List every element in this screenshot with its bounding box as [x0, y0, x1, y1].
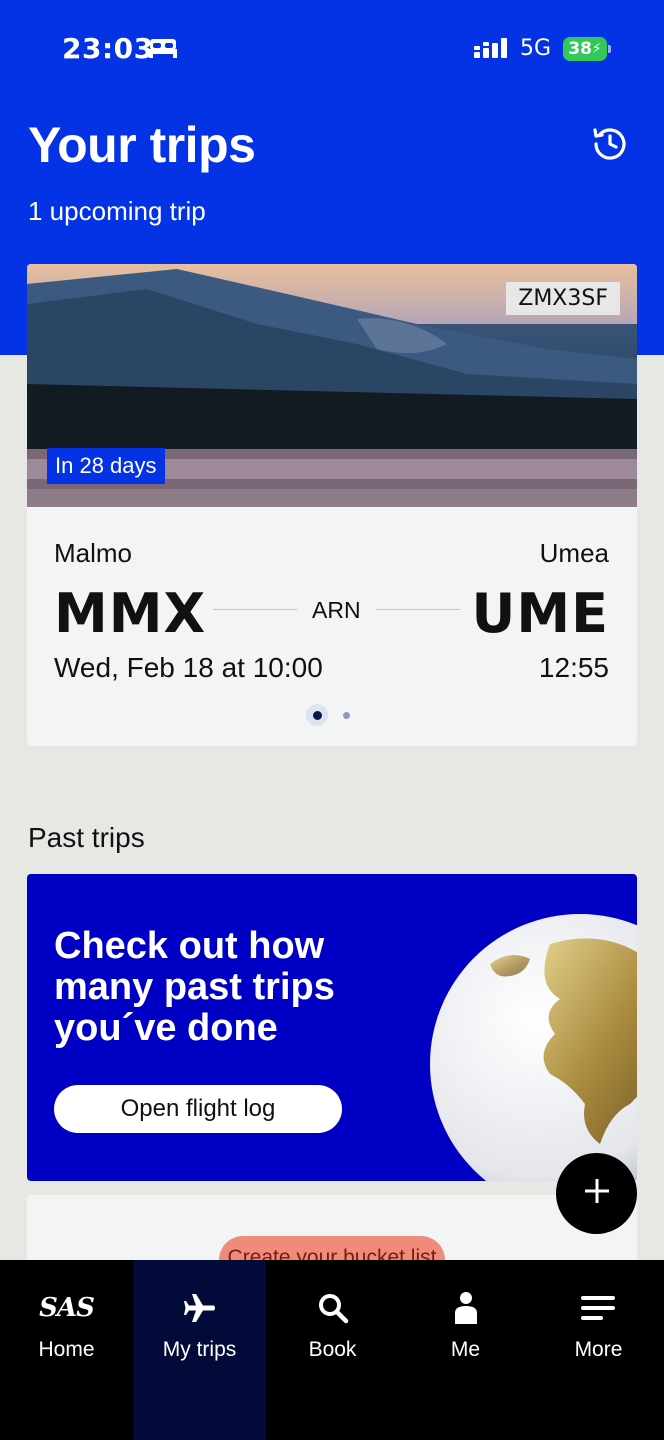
tab-book[interactable]: Book — [266, 1260, 399, 1440]
booking-reference: ZMX3SF — [506, 282, 620, 315]
signal-icon — [474, 38, 510, 65]
origin-city: Malmo — [54, 538, 133, 568]
airplane-icon — [133, 1290, 266, 1326]
tab-label: Me — [450, 1338, 481, 1361]
charging-bolt-icon: ⚡ — [591, 41, 602, 57]
globe-image — [430, 914, 637, 1181]
search-icon — [266, 1290, 399, 1326]
bottom-tab-bar: SAS Home My trips Book Me More — [0, 1260, 664, 1440]
open-flight-log-button[interactable]: Open flight log — [54, 1085, 342, 1133]
destination-city: Umea — [539, 538, 609, 568]
tab-more[interactable]: More — [532, 1260, 664, 1440]
sas-logo-text: SAS — [39, 1293, 95, 1323]
status-time: 23:03 — [62, 32, 154, 65]
tab-label: Home — [38, 1338, 95, 1361]
departure-time: Wed, Feb 18 at 10:00 — [54, 652, 323, 683]
pager-dot-active[interactable] — [306, 704, 328, 726]
promo-headline: Check out how many past trips you´ve don… — [54, 925, 335, 1049]
tab-label: Book — [308, 1338, 357, 1361]
tab-my-trips[interactable]: My trips — [133, 1260, 266, 1440]
menu-icon — [532, 1290, 664, 1326]
destination-code: UME — [471, 582, 609, 645]
tab-label: More — [574, 1338, 623, 1361]
history-button[interactable] — [586, 122, 634, 170]
sas-logo-icon: SAS — [0, 1290, 133, 1326]
page-title: Your trips — [28, 117, 256, 173]
countdown-badge: In 28 days — [47, 448, 165, 484]
add-trip-button[interactable] — [556, 1153, 637, 1234]
battery-level: 38 — [568, 39, 592, 59]
origin-code: MMX — [54, 582, 207, 645]
battery-indicator: 38 ⚡ — [563, 37, 607, 61]
destination-photo: ZMX3SF In 28 days — [27, 264, 637, 507]
plus-icon — [583, 1177, 611, 1210]
network-type: 5G — [520, 36, 552, 61]
flight-log-promo-card: Check out how many past trips you´ve don… — [27, 874, 637, 1181]
arrival-time: 12:55 — [538, 652, 609, 683]
tab-label: My trips — [162, 1338, 237, 1361]
person-icon — [399, 1290, 532, 1326]
upcoming-count: 1 upcoming trip — [28, 196, 206, 226]
upcoming-trip-card[interactable]: ZMX3SF In 28 days Malmo Umea MMX ARN UME… — [27, 264, 637, 746]
route-line — [213, 609, 297, 610]
past-trips-title: Past trips — [28, 822, 145, 853]
status-bar: 23:03 5G 38 ⚡ — [0, 0, 664, 100]
sleep-mode-icon — [148, 37, 178, 64]
tab-home[interactable]: SAS Home — [0, 1260, 133, 1440]
tab-me[interactable]: Me — [399, 1260, 532, 1440]
history-clock-icon — [591, 125, 629, 168]
via-airport: ARN — [312, 597, 361, 623]
battery-tip — [608, 45, 611, 53]
route-line — [376, 609, 460, 610]
pager-dot[interactable] — [343, 712, 350, 719]
